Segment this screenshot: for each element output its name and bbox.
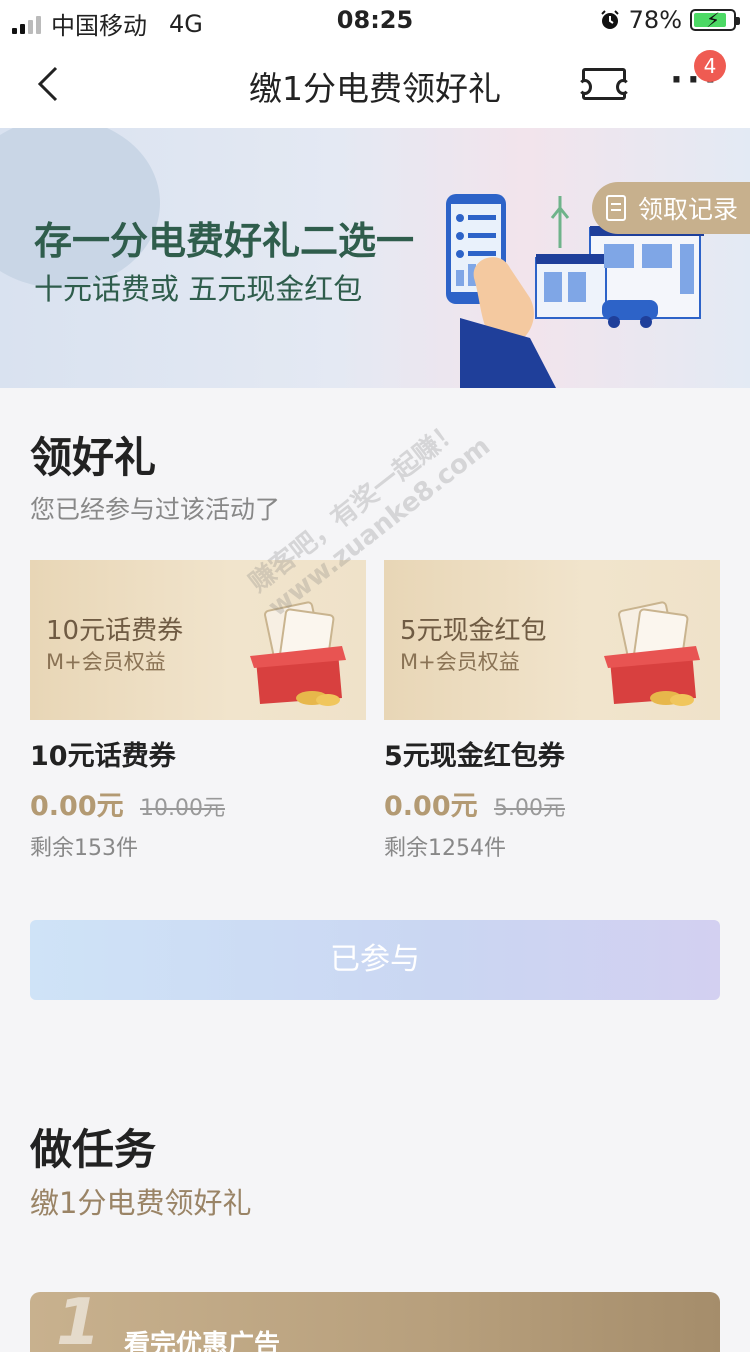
record-list-icon [606, 195, 626, 221]
gift-stock: 剩余1254件 [384, 836, 506, 861]
page-title: 缴1分电费领好礼 [249, 69, 501, 108]
gift-name: 10元话费券 [30, 741, 176, 772]
promo-banner[interactable]: 存一分电费好礼二选一 十元话费或 五元现金红包 领取记录 [0, 128, 750, 388]
gift-section-subtitle: 您已经参与过该活动了 [30, 495, 281, 524]
gift-original-price: 5.00元 [494, 796, 565, 821]
gift-section-title: 领好礼 [30, 433, 157, 482]
gift-stock: 剩余153件 [30, 836, 138, 861]
record-button-label: 领取记录 [638, 195, 739, 224]
gift-box-icon [604, 601, 700, 706]
task-number: 1 [56, 1292, 101, 1352]
banner-subline: 十元话费或 五元现金红包 [34, 272, 363, 306]
record-button[interactable]: 领取记录 [592, 182, 750, 234]
gift-price: 0.00元 [384, 791, 478, 822]
ticket-icon[interactable] [578, 68, 630, 100]
gift-name: 5元现金红包券 [384, 741, 565, 772]
task-text: 看完优惠广告 [124, 1330, 281, 1352]
alarm-icon [600, 10, 619, 29]
banner-headline: 存一分电费好礼二选一 [34, 219, 415, 263]
battery-percent: 78% [628, 6, 682, 34]
gift-image-subtitle: M+会员权益 [46, 650, 166, 674]
gift-original-price: 10.00元 [140, 796, 225, 821]
gift-image-subtitle: M+会员权益 [400, 650, 520, 674]
gift-image-title: 10元话费券 [46, 616, 184, 646]
task-card[interactable]: 1 看完优惠广告 [30, 1292, 720, 1352]
task-section-title: 做任务 [30, 1125, 157, 1174]
notification-badge: 4 [694, 50, 726, 82]
nav-bar: 缴1分电费领好礼 ··· 4 [0, 42, 750, 128]
status-bar: 中国移动 4G 08:25 78% ⚡ [0, 0, 750, 42]
task-section-subtitle: 缴1分电费领好礼 [30, 1186, 252, 1220]
gift-price: 0.00元 [30, 791, 124, 822]
status-right: 78% ⚡ [599, 6, 740, 34]
participated-button[interactable]: 已参与 [30, 920, 720, 1000]
battery-icon: ⚡ [690, 8, 740, 32]
